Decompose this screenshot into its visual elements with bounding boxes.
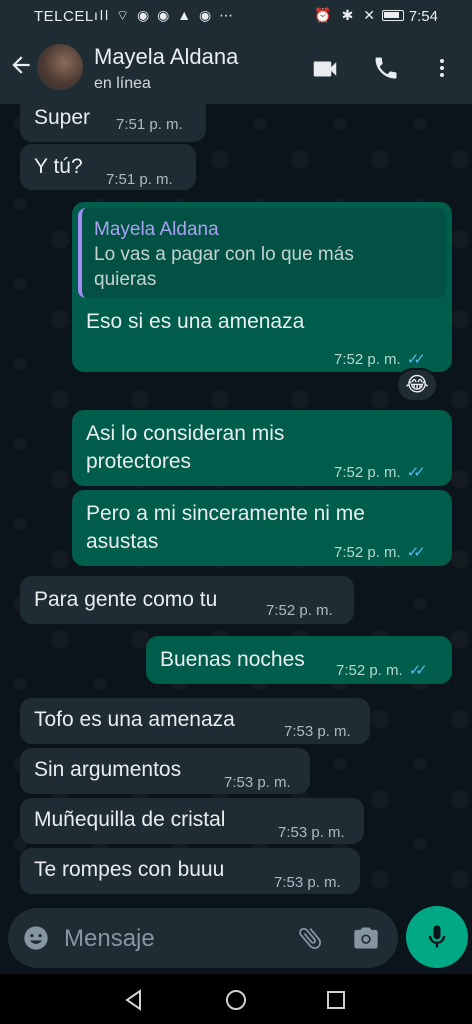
nav-home-icon[interactable] — [224, 988, 248, 1017]
message-time: 7:52 p. m. — [266, 602, 333, 619]
nav-recents-icon[interactable] — [324, 988, 348, 1017]
message-time: 7:53 p. m. — [224, 774, 291, 791]
message-time: 7:51 p. m. — [116, 116, 183, 133]
message-incoming[interactable]: Para gente como tu 7:52 p. m. — [20, 576, 354, 624]
read-ticks-icon: ✓✓ — [406, 464, 426, 481]
message-text: Te rompes con buuu — [34, 858, 225, 881]
clock: 7:54 — [408, 8, 438, 25]
more-vert-icon[interactable] — [430, 54, 460, 84]
read-ticks-icon: ✓✓ — [406, 544, 426, 561]
message-text: Para gente como tu — [34, 588, 218, 611]
message-placeholder: Mensaje — [64, 925, 155, 952]
emoji-icon[interactable] — [22, 924, 50, 957]
message-text: Asi lo consideran mis protectores — [86, 422, 285, 473]
message-time: 7:52 p. m. ✓✓ — [334, 459, 426, 487]
message-text: Super — [34, 106, 91, 129]
read-ticks-icon: ✓✓ — [408, 662, 428, 679]
message-time: 7:53 p. m. — [284, 723, 351, 740]
quote-text: Lo vas a pagar con lo que más quieras — [94, 244, 354, 290]
message-text: Buenas noches — [160, 648, 305, 671]
contact-status: en línea — [94, 75, 151, 92]
message-outgoing[interactable]: Asi lo consideran mis protectores 7:52 p… — [72, 410, 452, 486]
message-incoming[interactable]: Y tú? 7:51 p. m. — [20, 144, 196, 190]
message-time: 7:53 p. m. — [278, 824, 345, 841]
message-incoming[interactable]: Te rompes con buuu 7:53 p. m. — [20, 848, 360, 894]
message-incoming[interactable]: Muñequilla de cristal 7:53 p. m. — [20, 798, 364, 844]
message-time: 7:53 p. m. — [274, 874, 341, 891]
message-outgoing[interactable]: Buenas noches 7:52 p. m. ✓✓ — [146, 636, 452, 684]
video-call-icon[interactable] — [310, 54, 340, 84]
mic-icon — [428, 925, 446, 948]
composer: Mensaje — [0, 904, 472, 974]
message-incoming[interactable]: Tofo es una amenaza 7:53 p. m. — [20, 698, 370, 744]
message-time: 7:52 p. m. ✓✓ — [336, 657, 428, 685]
battery-icon — [382, 10, 404, 21]
avatar[interactable] — [37, 44, 83, 90]
back-arrow-icon[interactable] — [8, 52, 34, 84]
nav-back-icon[interactable] — [122, 988, 146, 1017]
carrier-label: TELCEL — [34, 8, 94, 25]
message-incoming[interactable]: Sin argumentos 7:53 p. m. — [20, 748, 310, 794]
system-nav-bar — [0, 974, 472, 1024]
message-list[interactable]: Super 7:51 p. m. Y tú? 7:51 p. m. Mayela… — [0, 104, 472, 904]
chat-header: Mayela Aldana en línea — [0, 32, 472, 104]
mic-button[interactable] — [406, 906, 468, 968]
reaction-badge[interactable]: 😂 — [396, 368, 438, 402]
message-text: Muñequilla de cristal — [34, 808, 226, 831]
message-text: Y tú? — [34, 155, 83, 178]
message-text: Eso si es una amenaza — [86, 310, 305, 333]
message-outgoing[interactable]: Pero a mi sinceramente ni me asustas 7:5… — [72, 490, 452, 566]
contact-name[interactable]: Mayela Aldana — [94, 44, 238, 70]
quote-author: Mayela Aldana — [94, 219, 219, 240]
message-time: 7:52 p. m. ✓✓ — [334, 539, 426, 567]
message-text: Sin argumentos — [34, 758, 182, 781]
attach-icon[interactable] — [296, 924, 324, 957]
message-outgoing[interactable]: Mayela Aldana Lo vas a pagar con lo que … — [72, 202, 452, 372]
phone-icon[interactable] — [372, 54, 402, 84]
message-input[interactable]: Mensaje — [8, 908, 398, 968]
status-bar: TELCEL ıll ⌔ ◉ ◉ ▲ ◉ ⋯ ⏰ ✱ ✕ 7:54 — [0, 0, 472, 32]
camera-icon[interactable] — [352, 924, 380, 957]
status-icons-right: ⏰ ✱ ✕ — [314, 7, 378, 23]
message-time: 7:51 p. m. — [106, 171, 173, 188]
message-text: Tofo es una amenaza — [34, 708, 235, 731]
message-incoming[interactable]: Super 7:51 p. m. — [20, 104, 206, 142]
status-icons-left: ıll ⌔ ◉ ◉ ▲ ◉ ⋯ — [94, 7, 236, 23]
quoted-message[interactable]: Mayela Aldana Lo vas a pagar con lo que … — [78, 208, 446, 298]
